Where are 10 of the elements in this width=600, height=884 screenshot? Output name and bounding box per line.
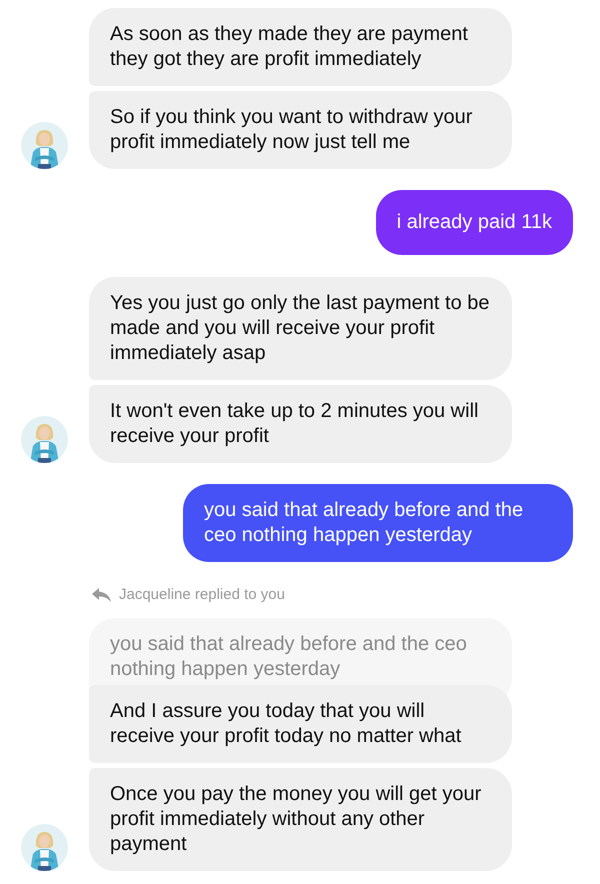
message-bubble: So if you think you want to withdraw your profit immediately now just tell me	[89, 91, 512, 169]
message-bubble: It won't even take up to 2 minutes you will receive your profit	[89, 385, 512, 463]
message-bubble: i already paid 11k	[376, 190, 573, 255]
reply-icon	[92, 588, 112, 602]
message-bubble: And I assure you today that you will receive your profit today no matter what	[89, 685, 512, 763]
reply-label: Jacqueline replied to you	[119, 586, 285, 603]
message-bubble: Once you pay the money you will get your profit immediately without any other payment	[89, 768, 512, 871]
message-bubble: you said that already before and the ceo nothing happen yesterday	[183, 484, 573, 562]
message-bubble: As soon as they made they are payment they got they are profit immediately	[89, 8, 512, 86]
message-bubble: Yes you just go only the last payment to be made and you will receive your profit immediately asap	[89, 277, 512, 380]
